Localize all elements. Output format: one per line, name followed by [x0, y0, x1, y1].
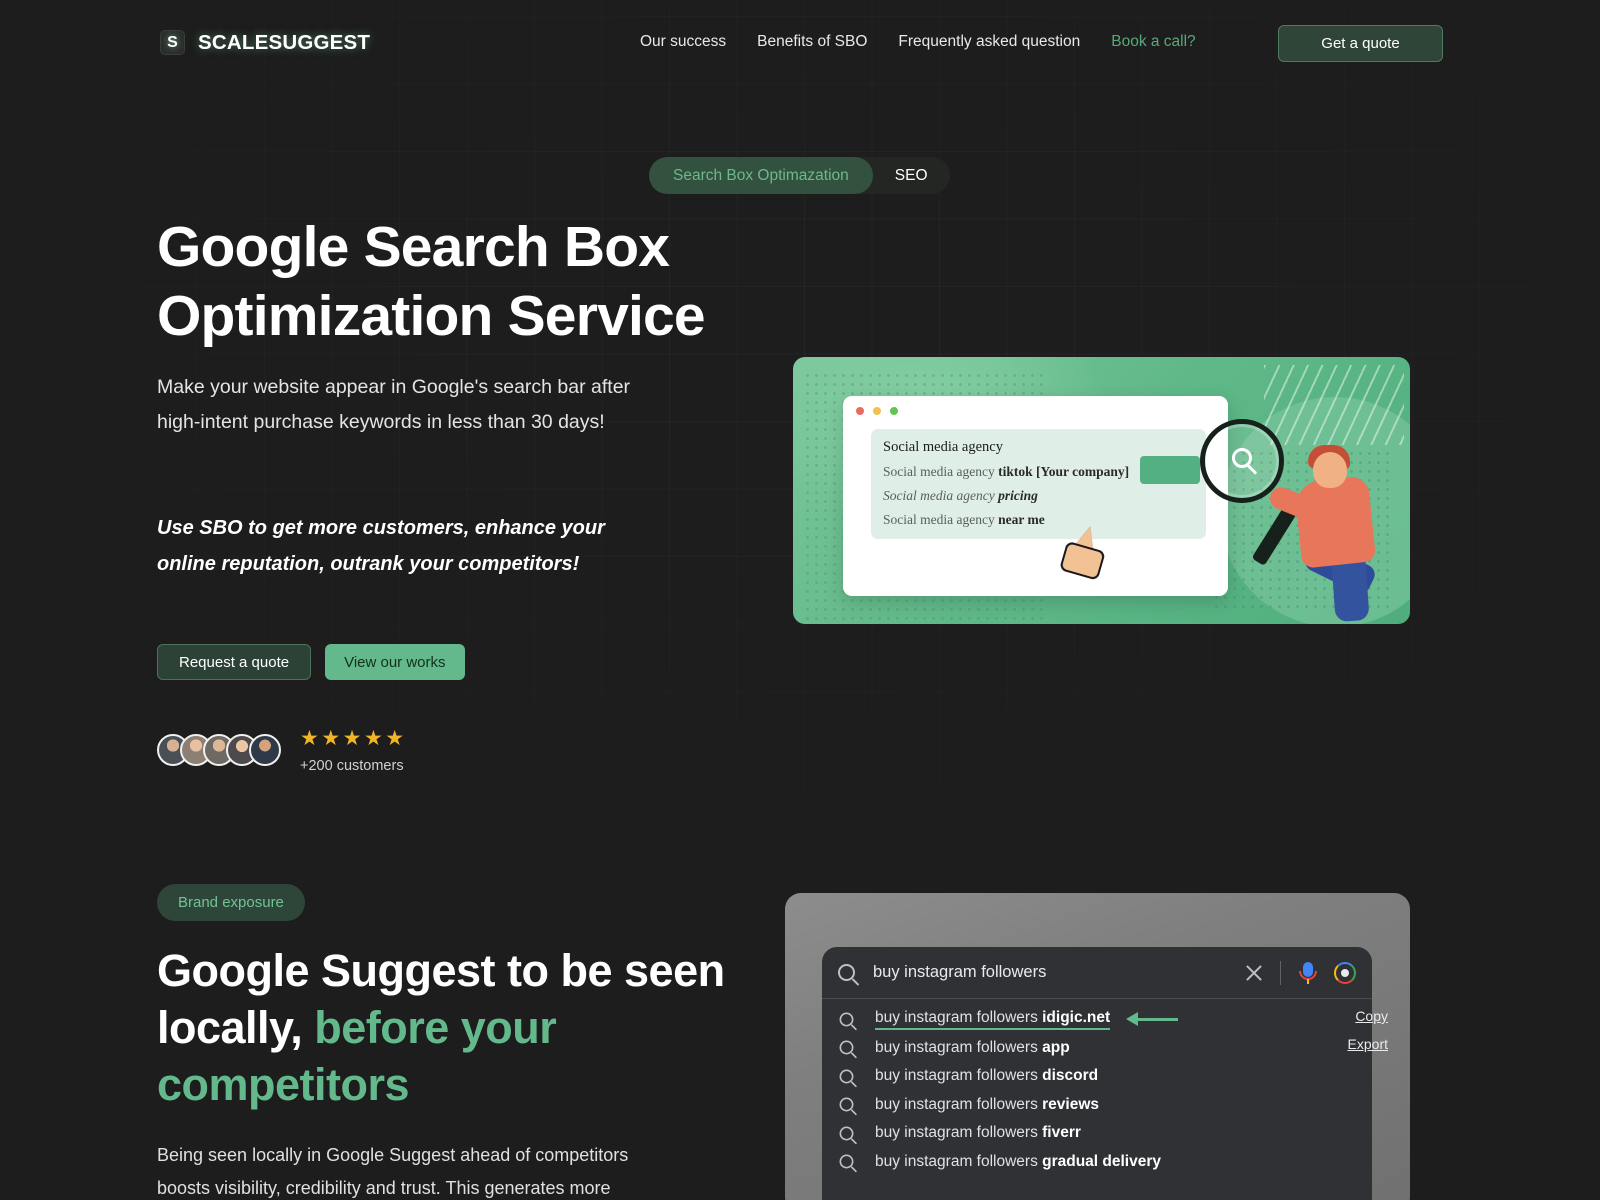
customer-count-label: +200 customers: [300, 758, 404, 774]
suggestion-row[interactable]: buy instagram followers reviews: [822, 1091, 1372, 1120]
hero-emphasis-paragraph: Use SBO to get more customers, enhance y…: [157, 517, 605, 575]
minimize-dot-icon: [873, 407, 881, 415]
suggestion-text: buy instagram followers app: [875, 1038, 1070, 1056]
pointer-arrow-icon: [1126, 1012, 1179, 1027]
suggestion-text: buy instagram followers discord: [875, 1067, 1099, 1085]
search-input[interactable]: buy instagram followers: [873, 963, 1244, 982]
get-a-quote-button[interactable]: Get a quote: [1278, 25, 1443, 62]
toggle-option-seo[interactable]: SEO: [873, 157, 950, 194]
clear-icon[interactable]: [1244, 963, 1264, 983]
search-icon: [839, 1069, 854, 1084]
google-lens-icon[interactable]: [1334, 961, 1356, 984]
avatar: [249, 734, 281, 766]
section-body-paragraph: Being seen locally in Google Suggest ahe…: [157, 1145, 629, 1198]
brand-name: SCALESUGGEST: [198, 30, 371, 54]
hero-cta-row: Request a quote View our works: [157, 644, 465, 680]
nav-item-benefits-of-sbo[interactable]: Benefits of SBO: [757, 33, 867, 51]
hero-lead-paragraph: Make your website appear in Google's sea…: [157, 376, 631, 433]
search-icon: [838, 964, 855, 981]
service-toggle: Search Box Optimazation SEO: [649, 157, 950, 194]
divider: [1280, 960, 1281, 985]
search-icon: [839, 1154, 854, 1169]
social-proof: ★★★★★ +200 customers: [157, 728, 407, 774]
illustration-suggestion: Social media agency near me: [883, 512, 1045, 527]
maximize-dot-icon: [890, 407, 898, 415]
suggestion-row[interactable]: buy instagram followers discord: [822, 1062, 1372, 1091]
view-our-works-button[interactable]: View our works: [325, 644, 465, 680]
suggestion-row[interactable]: buy instagram followers gradual delivery: [822, 1148, 1372, 1177]
illustration-search-box: Social media agency Social media agency …: [871, 429, 1206, 539]
avatar-group: [157, 734, 281, 766]
suggestion-row[interactable]: buy instagram followers app: [822, 1034, 1372, 1063]
illustration-search-button: [1140, 456, 1200, 484]
illustration-suggestion: Social media agency pricing: [883, 488, 1038, 503]
suggestion-row[interactable]: buy instagram followers fiverr: [822, 1119, 1372, 1148]
search-icon: [839, 1012, 854, 1027]
microphone-icon[interactable]: [1297, 961, 1319, 985]
google-search-dropdown: buy instagram followers buy instagram fo…: [822, 947, 1372, 1200]
page-title: Google Search Box Optimization Service: [157, 215, 706, 348]
site-header: S SCALESUGGEST Our success Benefits of S…: [0, 0, 1600, 86]
search-icon: [839, 1126, 854, 1141]
illustration-query: Social media agency: [883, 439, 1003, 455]
star-rating-icon: ★★★★★: [300, 727, 407, 750]
suggestion-text: buy instagram followers gradual delivery: [875, 1152, 1162, 1170]
request-a-quote-button[interactable]: Request a quote: [157, 644, 312, 680]
suggestion-text: buy instagram followers reviews: [875, 1095, 1100, 1113]
main-nav: Our success Benefits of SBO Frequently a…: [640, 33, 1196, 51]
search-bar[interactable]: buy instagram followers: [822, 947, 1372, 999]
search-icon: [839, 1040, 854, 1055]
brand-logo[interactable]: S SCALESUGGEST: [160, 30, 370, 55]
suggestion-text: buy instagram followers fiverr: [875, 1124, 1081, 1142]
traffic-light-dots: [856, 407, 898, 415]
suggestion-text: buy instagram followers idigic.net: [875, 1009, 1111, 1030]
suggestion-row[interactable]: buy instagram followers idigic.net: [822, 1005, 1372, 1034]
illustration-browser-window: Social media agency Social media agency …: [843, 396, 1228, 596]
hero-illustration: Social media agency Social media agency …: [793, 357, 1410, 624]
toggle-option-sbo[interactable]: Search Box Optimazation: [649, 157, 873, 194]
export-link[interactable]: Export: [1348, 1036, 1388, 1052]
magnifying-glass-icon: [1200, 419, 1284, 503]
magnifier-glyph-icon: [1232, 448, 1252, 468]
nav-item-our-success[interactable]: Our success: [640, 33, 726, 51]
search-widget-panel: buy instagram followers buy instagram fo…: [785, 893, 1410, 1200]
decorative-lines: [1264, 365, 1404, 445]
search-icon: [839, 1097, 854, 1112]
nav-item-book-a-call[interactable]: Book a call?: [1111, 33, 1195, 51]
nav-item-faq[interactable]: Frequently asked question: [898, 33, 1080, 51]
widget-actions: Copy Export: [1348, 1008, 1388, 1064]
person-head: [1313, 452, 1347, 488]
brand-mark-icon: S: [160, 30, 185, 55]
person-body: [1293, 475, 1377, 569]
close-dot-icon: [856, 407, 864, 415]
copy-link[interactable]: Copy: [1348, 1008, 1388, 1024]
brand-exposure-badge: Brand exposure: [157, 884, 305, 921]
section-heading: Google Suggest to be seen locally, befor…: [157, 942, 757, 1113]
rating-block: ★★★★★ +200 customers: [300, 727, 407, 775]
